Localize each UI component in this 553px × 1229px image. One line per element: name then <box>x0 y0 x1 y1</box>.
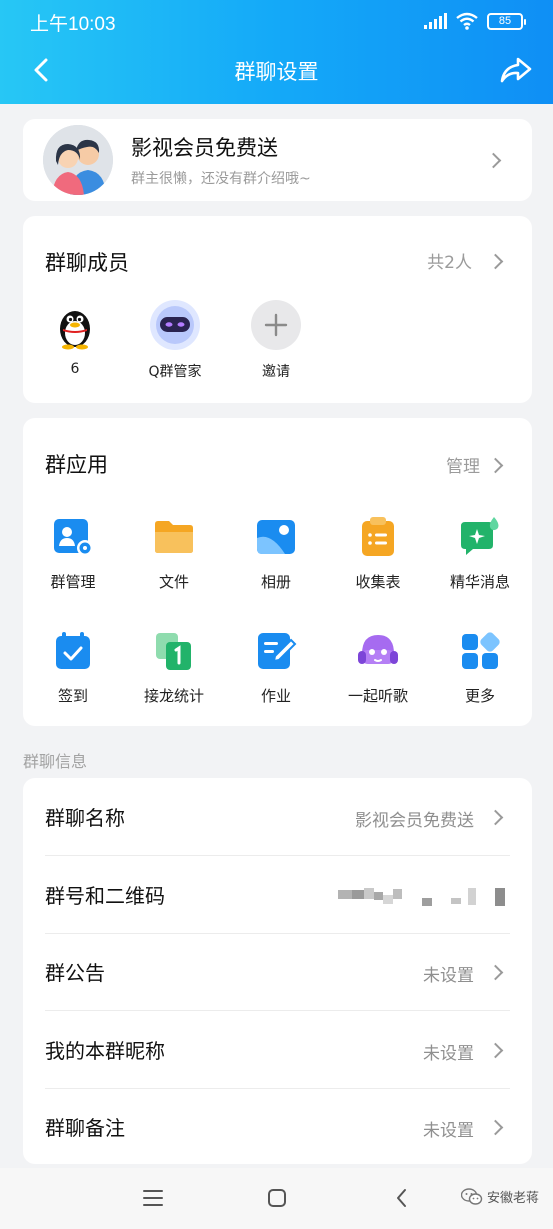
apps-title: 群应用 <box>45 453 108 477</box>
app-checkin[interactable]: 签到 <box>23 630 123 706</box>
row-value: 影视会员免费送 <box>355 811 474 831</box>
row-group-number-qrcode[interactable]: 群号和二维码 <box>23 856 532 934</box>
page-title: 群聊设置 <box>234 60 319 84</box>
app-homework[interactable]: 作业 <box>226 630 326 706</box>
chevron-right-icon <box>490 810 504 824</box>
row-label: 群聊名称 <box>45 806 125 830</box>
member-item[interactable]: Q群管家 <box>135 300 215 381</box>
app-album[interactable]: 相册 <box>226 516 326 592</box>
row-announcement[interactable]: 群公告 未设置 <box>23 933 532 1011</box>
plus-icon <box>251 300 301 350</box>
menu-icon[interactable] <box>141 1186 165 1210</box>
system-nav-bar: 安徽老蒋 <box>0 1168 553 1229</box>
row-label: 群公告 <box>45 961 105 985</box>
app-files[interactable]: 文件 <box>124 516 224 592</box>
folder-icon <box>153 516 195 558</box>
app-label: 相册 <box>260 573 291 591</box>
relay-icon <box>153 630 195 672</box>
chevron-right-icon <box>490 458 504 472</box>
album-icon <box>255 516 297 558</box>
share-icon[interactable] <box>499 54 533 86</box>
group-manage-icon <box>52 516 94 558</box>
homework-icon <box>255 630 297 672</box>
essence-message-icon <box>459 516 501 558</box>
apps-manage-link[interactable]: 管理 <box>412 450 532 480</box>
group-description: 群主很懒，还没有群介绍哦~ <box>131 171 311 187</box>
app-label: 接龙统计 <box>143 687 204 705</box>
status-time: 上午10:03 <box>30 14 116 35</box>
watermark-text: 安徽老蒋 <box>486 1191 539 1206</box>
battery-icon: 85 <box>487 12 526 30</box>
chevron-right-icon <box>488 153 502 167</box>
blurred-group-number <box>338 886 508 908</box>
invite-button[interactable]: 邀请 <box>236 300 316 381</box>
members-count-link[interactable]: 共2人 <box>392 246 532 276</box>
wechat-icon <box>460 1187 483 1205</box>
wifi-icon <box>456 12 478 30</box>
members-count: 共2人 <box>427 253 472 273</box>
row-group-remark[interactable]: 群聊备注 未设置 <box>23 1088 532 1166</box>
signal-icon <box>424 13 447 29</box>
app-label: 收集表 <box>355 573 401 591</box>
row-value: 未设置 <box>423 1121 474 1141</box>
row-label: 群聊备注 <box>45 1116 125 1140</box>
calendar-check-icon <box>52 630 94 672</box>
app-listen-together[interactable]: 一起听歌 <box>328 630 428 706</box>
watermark: 安徽老蒋 <box>460 1187 539 1206</box>
nav-bar: 群聊设置 <box>0 44 553 100</box>
member-name: Q群管家 <box>148 364 202 380</box>
app-label: 精华消息 <box>449 573 510 591</box>
group-profile-card[interactable]: 影视会员免费送 群主很懒，还没有群介绍哦~ <box>23 119 532 201</box>
row-my-nickname[interactable]: 我的本群昵称 未设置 <box>23 1011 532 1089</box>
chevron-right-icon <box>490 1043 504 1057</box>
penguin-avatar <box>50 300 100 350</box>
back-icon[interactable] <box>390 1186 414 1210</box>
app-essence[interactable]: 精华消息 <box>430 516 530 592</box>
app-collect-form[interactable]: 收集表 <box>328 516 428 592</box>
robot-avatar <box>150 300 200 350</box>
chevron-right-icon <box>490 254 504 268</box>
row-value: 未设置 <box>423 966 474 986</box>
app-label: 群管理 <box>50 573 96 591</box>
music-icon <box>357 630 399 672</box>
member-name: 6 <box>70 361 80 377</box>
status-bar: 上午10:03 85 <box>0 0 553 44</box>
app-more[interactable]: 更多 <box>430 630 530 706</box>
row-group-name[interactable]: 群聊名称 影视会员免费送 <box>23 778 532 856</box>
group-apps-card: 群应用 管理 群管理 文件 相册 收集表 精华消息 签到 接龙统计 作业 一起听… <box>23 418 532 726</box>
app-relay[interactable]: 接龙统计 <box>124 630 224 706</box>
home-icon[interactable] <box>265 1186 289 1210</box>
group-info-card: 群聊名称 影视会员免费送 群号和二维码 群公告 未设置 我的本群昵称 未设置 群… <box>23 778 532 1164</box>
group-name: 影视会员免费送 <box>131 136 278 160</box>
members-title: 群聊成员 <box>45 251 129 275</box>
app-label: 签到 <box>57 687 88 705</box>
app-label: 作业 <box>260 687 291 705</box>
row-label: 我的本群昵称 <box>45 1039 165 1063</box>
app-group-manage[interactable]: 群管理 <box>23 516 123 592</box>
invite-label: 邀请 <box>262 364 290 380</box>
group-avatar <box>43 125 113 195</box>
app-label: 更多 <box>464 687 495 705</box>
chevron-right-icon <box>490 965 504 979</box>
header-bar: 上午10:03 85 群聊设置 <box>0 0 553 104</box>
member-item[interactable]: 6 <box>35 300 115 377</box>
row-label: 群号和二维码 <box>45 884 165 908</box>
app-label: 一起听歌 <box>347 687 408 705</box>
chevron-right-icon <box>490 1120 504 1134</box>
apps-manage-label: 管理 <box>446 457 480 477</box>
app-label: 文件 <box>158 573 189 591</box>
members-card: 群聊成员 共2人 6 Q群管家 邀请 <box>23 216 532 403</box>
row-value: 未设置 <box>423 1044 474 1064</box>
status-icons: 85 <box>424 12 526 30</box>
clipboard-icon <box>357 516 399 558</box>
more-grid-icon <box>459 630 501 672</box>
info-section-label: 群聊信息 <box>23 752 88 771</box>
